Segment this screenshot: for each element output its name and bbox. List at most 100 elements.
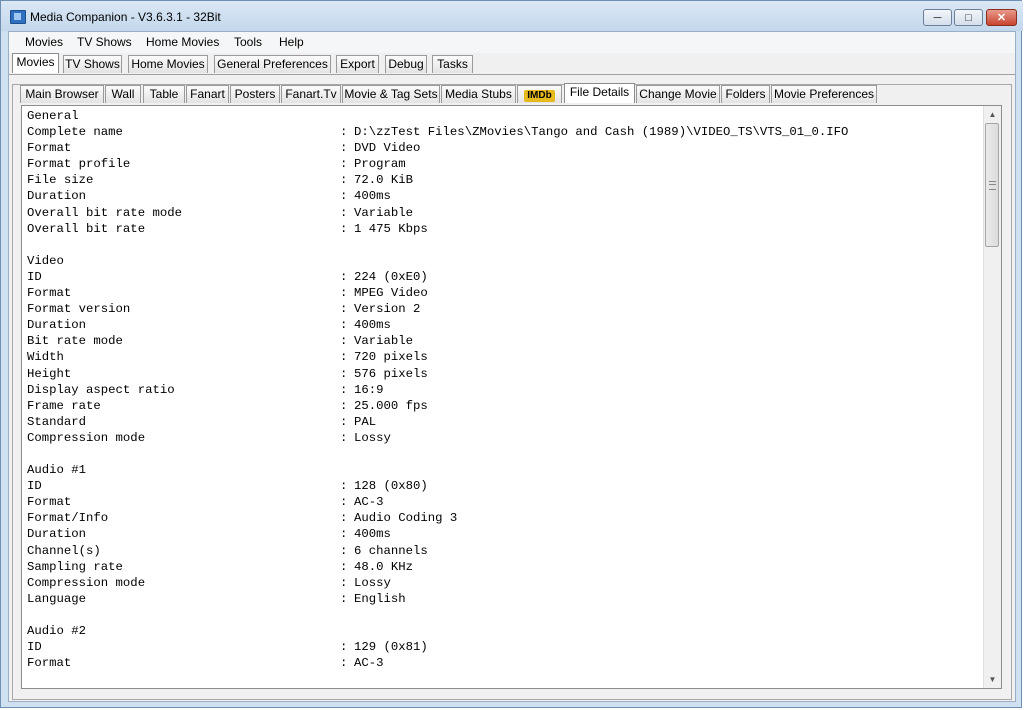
detail-separator: : <box>340 398 348 413</box>
detail-key: Bit rate mode <box>27 334 123 349</box>
detail-value: Lossy <box>354 430 391 445</box>
tab-debug[interactable]: Debug <box>385 55 427 73</box>
detail-row: Language: English <box>27 591 848 607</box>
menu-tools[interactable]: Tools <box>234 35 262 49</box>
detail-key: File size <box>27 173 94 188</box>
detail-value: 400ms <box>354 527 391 542</box>
menu-bar: Movies TV Shows Home Movies Tools Help <box>9 32 1015 53</box>
detail-value: AC-3 <box>354 495 384 510</box>
detail-row: Duration:400ms <box>27 526 848 542</box>
detail-value: 400ms <box>354 189 391 204</box>
tab-movie-tag-sets[interactable]: Movie & Tag Sets <box>342 85 440 103</box>
detail-row: Standard: PAL <box>27 414 848 430</box>
detail-value: Lossy <box>354 575 391 590</box>
tab-fanart-tv[interactable]: Fanart.Tv <box>281 85 341 103</box>
detail-row: Format: AC-3 <box>27 494 848 510</box>
detail-separator: : <box>340 591 348 606</box>
detail-key: ID <box>27 640 42 655</box>
menu-tv-shows[interactable]: TV Shows <box>77 35 132 49</box>
detail-row: Display aspect ratio:16:9 <box>27 382 848 398</box>
title-bar[interactable]: Media Companion - V3.6.3.1 - 32Bit ─ □ ✕ <box>1 1 1023 31</box>
detail-separator: : <box>340 141 348 156</box>
detail-separator: : <box>340 173 348 188</box>
detail-value: 25.000 fps <box>354 398 428 413</box>
tab-home-movies[interactable]: Home Movies <box>128 55 208 73</box>
scroll-thumb[interactable] <box>985 123 999 247</box>
tab-movie-preferences[interactable]: Movie Preferences <box>771 85 877 103</box>
tab-export[interactable]: Export <box>336 55 379 73</box>
close-button[interactable]: ✕ <box>986 9 1017 26</box>
detail-row: Format/Info: Audio Coding 3 <box>27 510 848 526</box>
tab-main-browser[interactable]: Main Browser <box>20 85 104 103</box>
detail-row: File size:72.0 KiB <box>27 172 848 188</box>
tab-tasks[interactable]: Tasks <box>432 55 473 73</box>
detail-value: 128 (0x80) <box>354 479 428 494</box>
tab-movies[interactable]: Movies <box>12 53 59 73</box>
detail-separator: : <box>340 302 348 317</box>
tab-media-stubs[interactable]: Media Stubs <box>441 85 516 103</box>
detail-row: Width:720 pixels <box>27 349 848 365</box>
scroll-up-arrow-icon[interactable]: ▲ <box>984 106 1001 123</box>
detail-value: 129 (0x81) <box>354 640 428 655</box>
tab-imdb[interactable]: IMDb <box>517 85 562 103</box>
detail-row: Overall bit rate mode: Variable <box>27 205 848 221</box>
detail-value: 224 (0xE0) <box>354 269 428 284</box>
detail-separator: : <box>340 527 348 542</box>
detail-value: 72.0 KiB <box>354 173 414 188</box>
tab-posters[interactable]: Posters <box>230 85 280 103</box>
tab-table[interactable]: Table <box>143 85 185 103</box>
menu-help[interactable]: Help <box>279 35 304 49</box>
tab-wall[interactable]: Wall <box>105 85 141 103</box>
app-window: Media Companion - V3.6.3.1 - 32Bit ─ □ ✕… <box>0 0 1023 708</box>
detail-key: Standard <box>27 414 87 429</box>
detail-key: Duration <box>27 318 87 333</box>
detail-value: Program <box>354 157 406 172</box>
detail-value: 16:9 <box>354 382 384 397</box>
menu-home-movies[interactable]: Home Movies <box>146 35 219 49</box>
detail-value: Audio Coding 3 <box>354 511 458 526</box>
detail-row: Format version: Version 2 <box>27 301 848 317</box>
tab-general-preferences[interactable]: General Preferences <box>214 55 331 73</box>
detail-key: Compression mode <box>27 575 146 590</box>
detail-key: Sampling rate <box>27 559 123 574</box>
tab-fanart[interactable]: Fanart <box>186 85 229 103</box>
detail-key: Overall bit rate mode <box>27 205 182 220</box>
detail-key: Complete name <box>27 125 123 140</box>
detail-separator: : <box>340 269 348 284</box>
detail-key: Language <box>27 591 87 606</box>
section-heading: Audio #1 <box>27 463 87 478</box>
detail-row: Frame rate:25.000 fps <box>27 398 848 414</box>
minimize-button[interactable]: ─ <box>923 9 952 26</box>
detail-value: 48.0 KHz <box>354 559 414 574</box>
detail-row: Height:576 pixels <box>27 366 848 382</box>
file-details-textbox[interactable]: General Complete name: D:\zzTest Files\ZMo… <box>21 105 1002 689</box>
detail-value: English <box>354 591 406 606</box>
detail-key: Width <box>27 350 64 365</box>
detail-key: Compression mode <box>27 430 146 445</box>
tab-file-details[interactable]: File Details <box>564 83 635 103</box>
detail-separator: : <box>340 286 348 301</box>
section-heading: Audio #2 <box>27 624 87 638</box>
menu-movies[interactable]: Movies <box>25 35 63 49</box>
detail-key: Format profile <box>27 157 131 172</box>
detail-key: Overall bit rate <box>27 221 146 236</box>
detail-separator: : <box>340 414 348 429</box>
scroll-down-arrow-icon[interactable]: ▼ <box>984 671 1001 688</box>
detail-key: Channel(s) <box>27 543 101 558</box>
tab-tv-shows[interactable]: TV Shows <box>63 55 122 73</box>
maximize-button[interactable]: □ <box>954 9 983 26</box>
close-icon: ✕ <box>996 12 1007 24</box>
detail-row: Complete name: D:\zzTest Files\ZMovies\Ta… <box>27 124 848 140</box>
detail-row: Format profile: Program <box>27 156 848 172</box>
detail-separator: : <box>340 221 348 236</box>
detail-separator: : <box>340 511 348 526</box>
detail-row: Compression mode: Lossy <box>27 575 848 591</box>
tab-folders[interactable]: Folders <box>721 85 770 103</box>
detail-separator: : <box>340 157 348 172</box>
vertical-scrollbar[interactable]: ▲ ▼ <box>983 106 1001 688</box>
detail-value: 576 pixels <box>354 366 428 381</box>
detail-row: Bit rate mode: Variable <box>27 333 848 349</box>
tab-change-movie[interactable]: Change Movie <box>636 85 720 103</box>
detail-separator: : <box>340 656 348 671</box>
